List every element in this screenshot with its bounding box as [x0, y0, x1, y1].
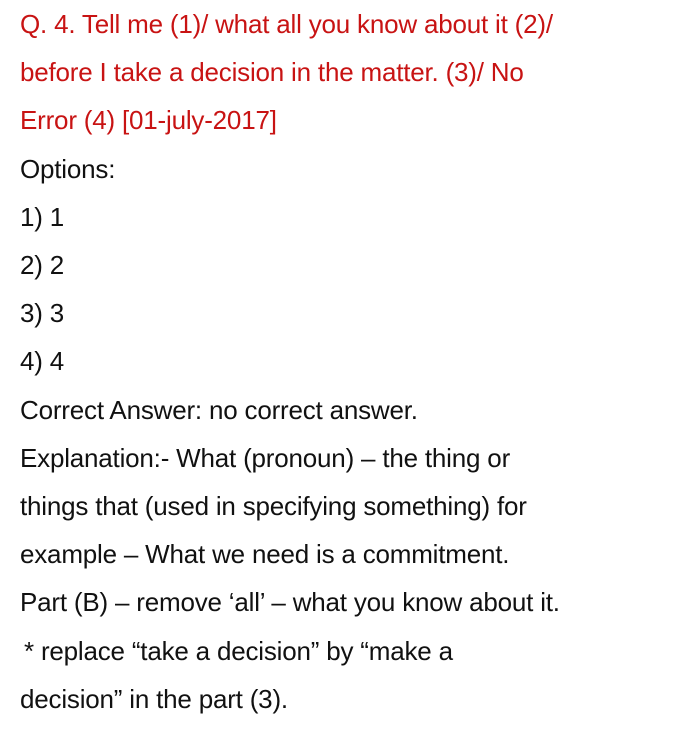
- question-block: Q. 4. Tell me (1)/ what all you know abo…: [20, 0, 676, 145]
- options-heading: Options:: [20, 153, 116, 184]
- explanation-line-4: Part (B) – remove ‘all’ – what you know …: [20, 587, 560, 618]
- options-block: Options: 1) 1 2) 2 3) 3 4) 4: [20, 145, 676, 386]
- document-page: Q. 4. Tell me (1)/ what all you know abo…: [0, 0, 676, 736]
- explanation-block: Explanation:- What (pronoun) – the thing…: [20, 434, 676, 723]
- option-item-2: 2) 2: [20, 250, 65, 281]
- option-item-4: 4) 4: [20, 346, 65, 377]
- explanation-line-6: decision” in the part (3).: [20, 683, 288, 714]
- question-line-3: Error (4) [01-july-2017]: [20, 105, 277, 136]
- explanation-line-1: Explanation:- What (pronoun) – the thing…: [20, 442, 511, 473]
- answer-block: Correct Answer: no correct answer.: [20, 386, 676, 434]
- question-line-1: Q. 4. Tell me (1)/ what all you know abo…: [20, 9, 553, 39]
- question-line-2: before I take a decision in the matter. …: [20, 57, 524, 88]
- explanation-line-5: * replace “take a decision” by “make a: [24, 635, 453, 666]
- option-item-1: 1) 1: [20, 201, 65, 232]
- explanation-line-2: things that (used in specifying somethin…: [20, 491, 527, 522]
- option-item-3: 3) 3: [20, 298, 65, 329]
- explanation-line-3: example – What we need is a commitment.: [20, 539, 510, 570]
- correct-answer: Correct Answer: no correct answer.: [20, 394, 418, 425]
